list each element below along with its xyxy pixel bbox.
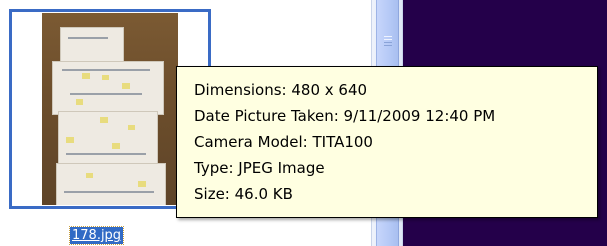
photo-detail bbox=[100, 117, 108, 123]
photo-detail bbox=[76, 99, 83, 105]
file-name-label[interactable]: 178.jpg bbox=[68, 226, 125, 245]
grip-icon bbox=[384, 36, 392, 46]
photo-detail bbox=[112, 143, 120, 149]
photo-detail bbox=[60, 27, 124, 63]
tooltip-type: Type: JPEG Image bbox=[194, 159, 325, 177]
photo-detail bbox=[62, 69, 150, 71]
photo-detail bbox=[82, 73, 90, 79]
photo-detail bbox=[138, 181, 146, 187]
photo-detail bbox=[56, 163, 166, 205]
photo-detail bbox=[70, 93, 142, 95]
photo-detail bbox=[86, 173, 93, 178]
photo-thumbnail[interactable] bbox=[42, 13, 178, 205]
photo-detail bbox=[66, 137, 74, 143]
photo-detail bbox=[68, 37, 108, 39]
tooltip-dimensions: Dimensions: 480 x 640 bbox=[194, 81, 368, 99]
photo-detail bbox=[128, 125, 135, 130]
photo-detail bbox=[122, 83, 130, 89]
photo-detail bbox=[64, 191, 154, 193]
photo-detail bbox=[102, 75, 109, 80]
photo-detail bbox=[66, 153, 146, 155]
file-info-tooltip: Dimensions: 480 x 640 Date Picture Taken… bbox=[176, 66, 598, 218]
tooltip-size: Size: 46.0 KB bbox=[194, 185, 293, 203]
tooltip-camera-model: Camera Model: TITA100 bbox=[194, 133, 373, 151]
tooltip-date-taken: Date Picture Taken: 9/11/2009 12:40 PM bbox=[194, 107, 496, 125]
